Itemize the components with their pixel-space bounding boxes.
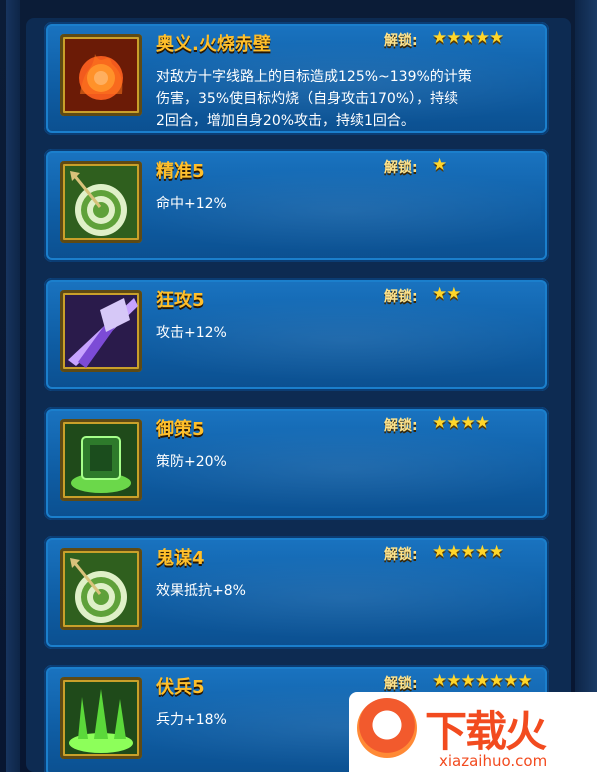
unlock-label: 解锁: [384, 676, 418, 692]
unlock-label: 解锁: [384, 160, 418, 176]
skill-card[interactable]: 精准5 解锁: ★ 命中+12% [44, 149, 549, 262]
skill-description-line: 伤害，35%使目标灼烧（自身攻击170%），持续 [156, 91, 459, 107]
unlock-label: 解锁: [384, 289, 418, 305]
target-arrow-icon-art [65, 553, 137, 625]
fire-icon-art [65, 39, 137, 111]
flame-logo-icon [357, 698, 417, 758]
skill-card[interactable]: 奥义.火烧赤壁 解锁: ★★★★★ 对敌方十字线路上的目标造成125%~139%… [44, 22, 549, 135]
star-rating: ★ [432, 155, 447, 175]
star-rating: ★★ [432, 284, 462, 304]
unlock-label: 解锁: [384, 418, 418, 434]
skill-card[interactable]: 御策5 解锁: ★★★★ 策防+20% [44, 407, 549, 520]
skill-name: 御策5 [156, 419, 205, 440]
skill-name: 伏兵5 [156, 677, 205, 698]
fire-icon [60, 34, 142, 116]
skill-description: 策防+20% [156, 451, 531, 473]
skill-description: 攻击+12% [156, 322, 531, 344]
skill-name: 鬼谋4 [156, 548, 205, 569]
star-rating: ★★★★ [432, 413, 490, 433]
troops-icon-art [65, 682, 137, 754]
target-arrow-icon [60, 548, 142, 630]
skill-description-line: 2回合，增加自身20%攻击，持续1回合。 [156, 113, 415, 129]
unlock-label: 解锁: [384, 547, 418, 563]
skill-description: 命中+12% [156, 193, 531, 215]
skill-name: 精准5 [156, 161, 205, 182]
skill-list[interactable]: 奥义.火烧赤壁 解锁: ★★★★★ 对敌方十字线路上的目标造成125%~139%… [26, 18, 571, 772]
skill-description: 对敌方十字线路上的目标造成125%~139%的计策 伤害，35%使目标灼烧（自身… [156, 66, 531, 132]
skill-description-line: 攻击+12% [156, 325, 227, 341]
skill-description-line: 效果抵抗+8% [156, 583, 246, 599]
star-rating: ★★★★★ [432, 542, 504, 562]
skill-card[interactable]: 鬼谋4 解锁: ★★★★★ 效果抵抗+8% [44, 536, 549, 649]
slash-icon-art [65, 295, 138, 368]
star-rating: ★★★★★★★ [432, 671, 533, 691]
watermark: 下载火 xiazaihuo.com [349, 692, 597, 772]
troops-icon [60, 677, 142, 759]
watermark-brand: 下载火 [425, 707, 547, 756]
target-arrow-icon-art [65, 166, 137, 238]
star-rating: ★★★★★ [432, 28, 504, 48]
skill-description-line: 策防+20% [156, 454, 227, 470]
target-arrow-icon [60, 161, 142, 243]
shield-icon [60, 419, 142, 501]
shield-icon-art [65, 424, 137, 496]
skill-card[interactable]: 狂攻5 解锁: ★★ 攻击+12% [44, 278, 549, 391]
slash-icon [60, 290, 142, 372]
skill-description-line: 对敌方十字线路上的目标造成125%~139%的计策 [156, 69, 472, 85]
skill-name: 狂攻5 [156, 290, 205, 311]
watermark-url: xiazaihuo.com [439, 752, 548, 770]
skill-description: 效果抵抗+8% [156, 580, 531, 602]
skill-name: 奥义.火烧赤壁 [156, 34, 271, 55]
skill-description-line: 命中+12% [156, 196, 227, 212]
unlock-label: 解锁: [384, 33, 418, 49]
